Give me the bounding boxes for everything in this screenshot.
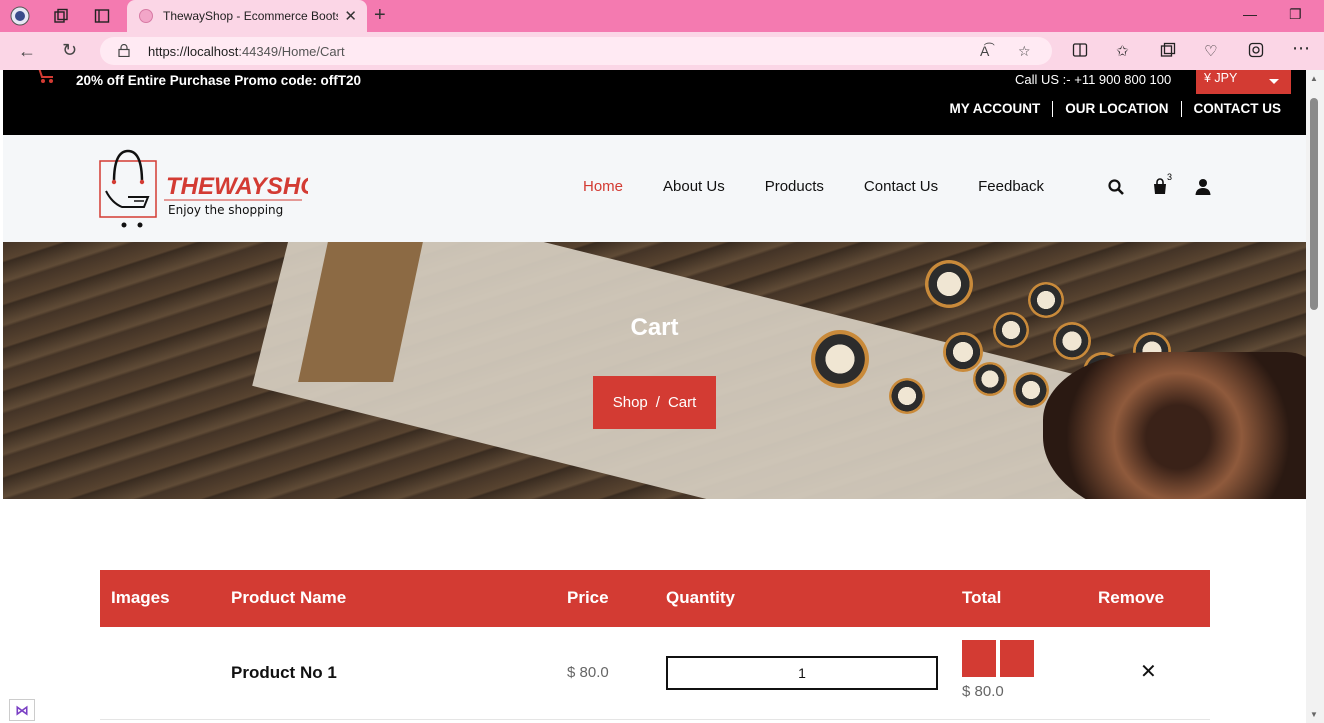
breadcrumb-shop[interactable]: Shop (613, 394, 648, 411)
page-banner: Cart Shop / Cart (3, 242, 1306, 499)
cart-promo-icon (38, 70, 53, 83)
site-header: THEWAYSHOP Enjoy the shopping Home About… (3, 135, 1306, 242)
tab-favicon-icon (139, 9, 153, 23)
page-title: Cart (630, 314, 679, 341)
workspaces-icon[interactable] (51, 6, 71, 26)
browser-address-bar: ← ↻ https://localhost:44349/Home/Cart A͡… (0, 32, 1324, 70)
main-nav: Home About Us Products Contact Us Feedba… (583, 178, 1084, 195)
our-location-link[interactable]: OUR LOCATION (1052, 101, 1180, 117)
refresh-icon[interactable]: ↻ (62, 40, 77, 61)
currency-value: ¥ JPY (1204, 71, 1238, 85)
cart-count-badge: 3 (1167, 172, 1173, 182)
site-logo[interactable]: THEWAYSHOP Enjoy the shopping (98, 147, 308, 232)
header-total: Total (962, 588, 1002, 607)
favorite-star-icon[interactable]: ☆ (1018, 43, 1031, 60)
url-host: https://localhost (148, 44, 239, 59)
increase-quantity-button[interactable] (1000, 640, 1034, 677)
active-tab[interactable]: ThewayShop - Ecommerce Bootstrap ✕ (127, 0, 367, 32)
breadcrumb-cart: Cart (667, 394, 697, 411)
product-price: $ 80.0 (567, 664, 609, 681)
nav-products[interactable]: Products (765, 178, 824, 195)
banner-fabric (1043, 352, 1306, 499)
banner-jar (1013, 372, 1049, 408)
favorites-icon[interactable]: ✩ (1116, 42, 1129, 60)
banner-jar (889, 378, 925, 414)
header-product-name: Product Name (231, 588, 347, 607)
banner-jar (1028, 282, 1064, 318)
breadcrumb-separator: / (655, 394, 660, 411)
logo-tagline: Enjoy the shopping (168, 203, 283, 217)
banner-jar (925, 260, 973, 308)
cart-table-header: Images Product Name Price Quantity Total… (100, 570, 1210, 627)
copilot-icon[interactable] (1248, 42, 1264, 62)
my-account-link[interactable]: MY ACCOUNT (938, 101, 1053, 117)
scroll-down-icon[interactable]: ▼ (1310, 710, 1318, 719)
search-icon[interactable] (1107, 178, 1125, 196)
decrease-quantity-button[interactable] (962, 640, 996, 677)
back-icon[interactable]: ← (18, 41, 36, 62)
currency-select[interactable]: ¥ JPY (1196, 70, 1291, 94)
remove-item-icon[interactable]: ✕ (1140, 659, 1157, 684)
header-quantity: Quantity (666, 588, 735, 607)
nav-contact-us[interactable]: Contact Us (864, 178, 938, 195)
new-tab-icon[interactable]: + (374, 4, 386, 27)
page-viewport: 20% off Entire Purchase Promo code: offT… (3, 70, 1306, 723)
more-options-icon[interactable]: ⋯ (1292, 38, 1310, 59)
lock-icon (118, 44, 130, 57)
user-icon[interactable] (1194, 178, 1212, 196)
tab-close-icon[interactable]: ✕ (344, 7, 357, 25)
browser-essentials-icon[interactable]: ♡ (1204, 42, 1217, 60)
tab-actions-icon[interactable] (92, 6, 112, 26)
product-total: $ 80.0 (962, 683, 1004, 700)
breadcrumb: Shop / Cart (593, 376, 716, 429)
scroll-up-icon[interactable]: ▲ (1310, 74, 1318, 83)
header-price: Price (567, 588, 609, 607)
promo-topbar: 20% off Entire Purchase Promo code: offT… (3, 70, 1306, 135)
split-screen-icon[interactable] (1072, 42, 1088, 62)
nav-about-us[interactable]: About Us (663, 178, 725, 195)
collections-icon[interactable] (1160, 42, 1176, 62)
minimize-icon[interactable]: — (1243, 6, 1257, 22)
logo-brand-text: THEWAYSHOP (166, 173, 308, 200)
nav-feedback[interactable]: Feedback (978, 178, 1044, 195)
nav-home[interactable]: Home (583, 178, 623, 195)
restore-icon[interactable]: ❐ (1289, 6, 1302, 23)
tab-title: ThewayShop - Ecommerce Bootstrap (163, 9, 338, 23)
call-us-text: Call US :- +11 900 800 100 (1015, 72, 1172, 87)
browser-tab-bar: ThewayShop - Ecommerce Bootstrap ✕ + — ❐ (0, 0, 1324, 32)
header-images: Images (111, 588, 170, 607)
top-links: MY ACCOUNT OUR LOCATION CONTACT US (938, 101, 1281, 117)
url-path: :44349/Home/Cart (238, 44, 345, 59)
scroll-thumb[interactable] (1310, 98, 1318, 310)
page-scrollbar[interactable]: ▲ ▼ (1306, 70, 1324, 723)
promo-text: 20% off Entire Purchase Promo code: offT… (76, 73, 362, 88)
table-row: Product No 1 $ 80.0 1 $ 80.0 ✕ (100, 627, 1210, 720)
header-remove: Remove (1098, 588, 1165, 607)
quantity-input[interactable]: 1 (666, 656, 938, 690)
url-text: https://localhost:44349/Home/Cart (148, 44, 345, 59)
caret-down-icon (1269, 79, 1279, 84)
product-name[interactable]: Product No 1 (231, 663, 337, 683)
url-field[interactable]: https://localhost:44349/Home/Cart A͡ ☆ (100, 37, 1052, 65)
read-aloud-icon[interactable]: A͡ (980, 43, 989, 59)
contact-us-top-link[interactable]: CONTACT US (1180, 101, 1281, 117)
visual-studio-icon[interactable]: ⋈ (9, 699, 35, 721)
banner-jar (973, 362, 1007, 396)
profile-icon[interactable] (10, 6, 30, 26)
